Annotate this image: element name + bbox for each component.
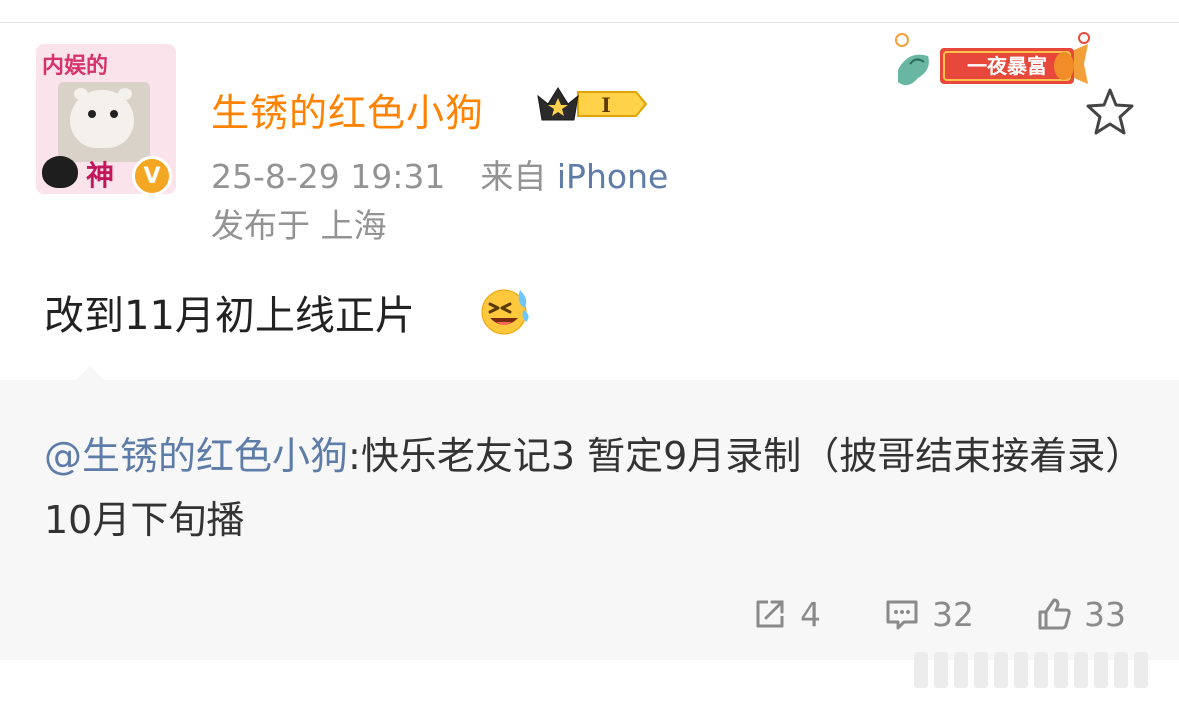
post-source-prefix: 来自	[480, 157, 547, 196]
like-button[interactable]: 33	[1036, 594, 1126, 634]
post-meta: 25-8-29 19:31 来自 iPhone	[211, 150, 668, 198]
laugh-cry-emoji	[481, 289, 529, 335]
verified-badge-icon: V	[132, 156, 172, 196]
avatar-eye	[88, 110, 96, 118]
avatar-bottom-text: 神	[86, 159, 115, 192]
star-icon[interactable]	[1084, 86, 1136, 138]
repost-text[interactable]: @生锈的红色小狗:快乐老友记3 暂定9月录制（披哥结束接着录）10月下旬播	[44, 424, 1134, 552]
post-timestamp: 25-8-29 19:31	[211, 157, 446, 196]
post-text: 改到11月初上线正片	[44, 293, 415, 339]
post-device-link[interactable]: iPhone	[557, 157, 668, 196]
share-count: 4	[800, 594, 821, 634]
comment-count: 32	[932, 594, 974, 634]
avatar-cat-sticker	[42, 156, 78, 188]
share-button[interactable]: 4	[752, 594, 821, 634]
avatar-top-text: 内娱的	[42, 54, 109, 79]
username[interactable]: 生锈的红色小狗	[211, 82, 484, 137]
crown-badge-icon[interactable]: I	[536, 82, 648, 126]
festival-banner-decoration: 一夜暴富	[895, 32, 1090, 86]
comment-button[interactable]: 32	[884, 594, 974, 634]
top-divider	[0, 22, 1179, 23]
like-count: 33	[1084, 594, 1126, 634]
banner-text: 一夜暴富	[967, 54, 1047, 78]
avatar-ferret	[70, 90, 134, 148]
like-icon	[1038, 598, 1071, 630]
post-location: 发布于 上海	[211, 206, 387, 245]
repost-mention[interactable]: @生锈的红色小狗	[44, 434, 348, 478]
share-icon	[756, 600, 784, 628]
watermark-blur	[914, 652, 1170, 688]
comment-icon	[886, 600, 918, 630]
level-badge-text: I	[601, 93, 610, 117]
avatar-eye	[110, 110, 118, 118]
